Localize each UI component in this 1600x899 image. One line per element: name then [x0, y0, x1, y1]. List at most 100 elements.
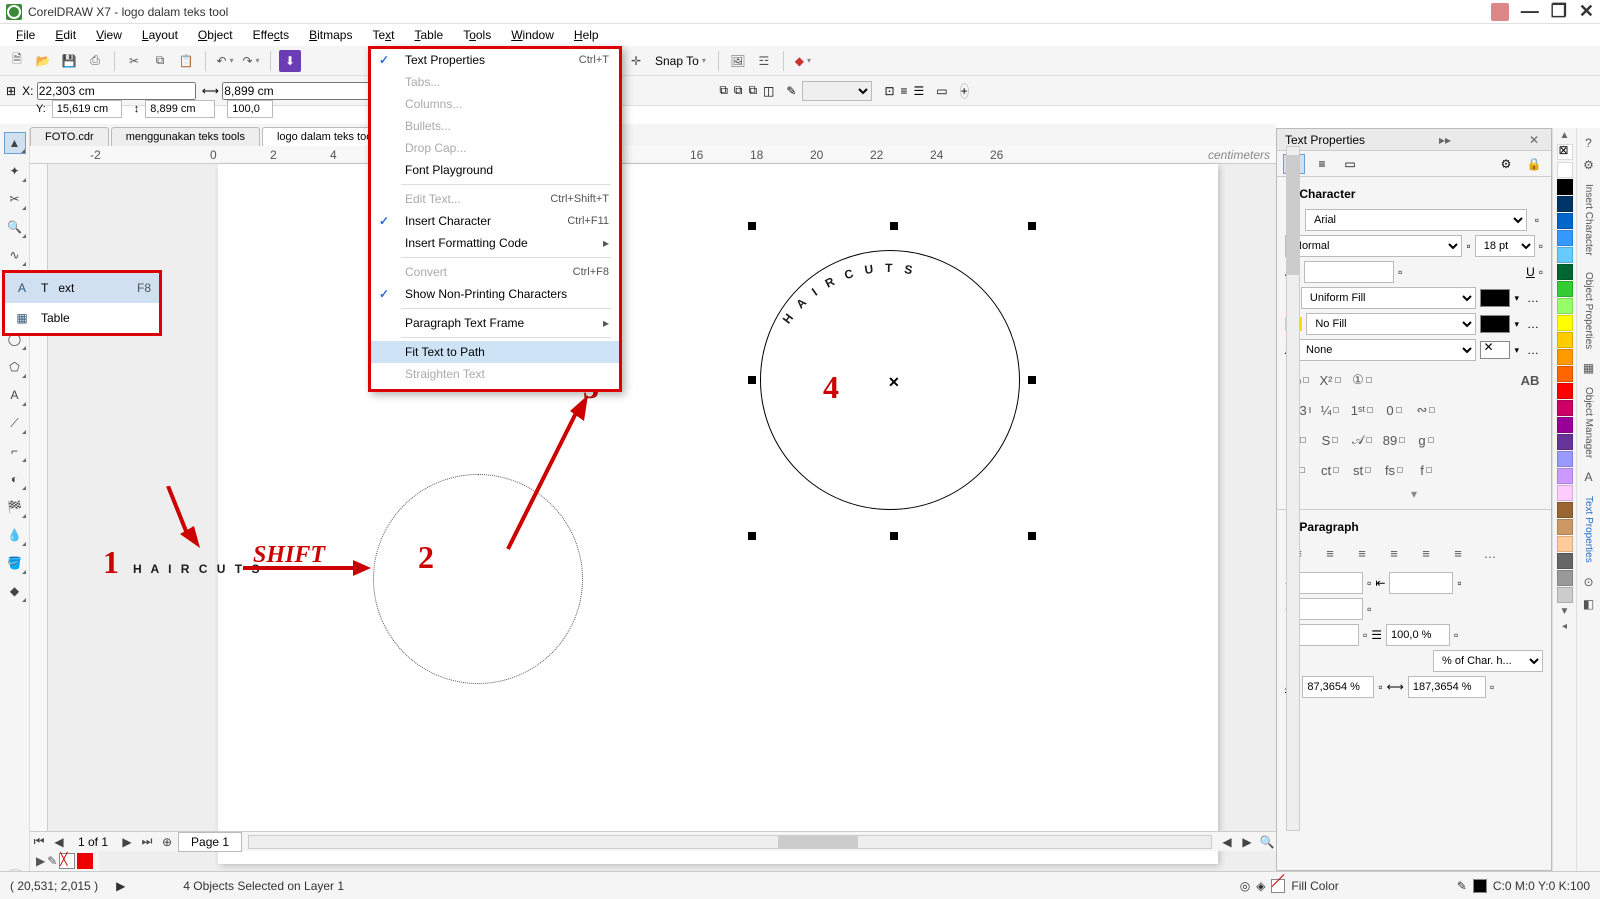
docker-tab-obj-props[interactable]: Object Properties	[1583, 272, 1594, 349]
docker-tab-obj-mgr[interactable]: Object Manager	[1583, 387, 1594, 458]
menu-bitmaps[interactable]: Bitmaps	[299, 26, 362, 44]
options-icon[interactable]: 🖼	[727, 50, 749, 72]
color-swatch[interactable]	[1557, 434, 1573, 450]
color-swatch[interactable]	[1557, 485, 1573, 501]
minimize-button[interactable]: —	[1521, 1, 1539, 22]
horizontal-scrollbar[interactable]	[248, 835, 1212, 849]
align-icon[interactable]: ≡	[901, 84, 908, 98]
menu-window[interactable]: Window	[501, 26, 564, 44]
width-input[interactable]	[222, 82, 381, 100]
align-full-icon[interactable]: ≡	[1445, 542, 1471, 564]
palette-play-icon[interactable]: ▶	[36, 854, 45, 868]
docker-icon[interactable]: ▦	[1580, 359, 1598, 377]
kern-sq-icon[interactable]: ▫	[1398, 265, 1402, 279]
st-lig-icon[interactable]: st	[1349, 459, 1375, 481]
size-select[interactable]: 18 pt	[1475, 235, 1535, 257]
color-swatch[interactable]	[1557, 298, 1573, 314]
color-swatch[interactable]	[1557, 468, 1573, 484]
scroll-thumb[interactable]	[778, 836, 858, 848]
outline-pen-status-icon[interactable]: ✎	[1457, 879, 1467, 893]
page-tab-1[interactable]: Page 1	[178, 832, 242, 852]
menu-text[interactable]: Text	[362, 26, 404, 44]
alt-g-icon[interactable]: g	[1413, 429, 1439, 451]
first-indent-input[interactable]	[1299, 598, 1363, 620]
font-sq-icon[interactable]: ▫	[1531, 213, 1543, 227]
weight-select[interactable]: Normal	[1285, 235, 1462, 257]
color-swatch[interactable]	[1557, 451, 1573, 467]
stylistic-s-icon[interactable]: S	[1317, 429, 1343, 451]
mi-insert-char[interactable]: ✓Insert CharacterCtrl+F11	[371, 210, 619, 232]
docker-tab-insert-char[interactable]: Insert Character	[1583, 184, 1594, 256]
sq-icon[interactable]: ▫	[1378, 680, 1382, 694]
flyout-text-tool[interactable]: A Text F8	[5, 273, 159, 303]
first-page-icon[interactable]: ⏮	[30, 834, 48, 850]
docker-opt-icon[interactable]: ⚙	[1580, 156, 1598, 174]
frame-tab-icon[interactable]: ▭	[1339, 154, 1361, 174]
outline-select[interactable]: None	[1297, 339, 1476, 361]
zoom-icon[interactable]: 🔍	[1258, 834, 1276, 850]
lock-icon[interactable]: 🔒	[1523, 154, 1545, 174]
outline-pen-icon[interactable]: ✎	[786, 84, 796, 98]
weight-sq-icon[interactable]: ▫	[1466, 239, 1470, 253]
color-swatch[interactable]	[1557, 264, 1573, 280]
outline-swatch-icon[interactable]	[1473, 879, 1487, 893]
transparency-icon[interactable]: 🏁	[4, 496, 26, 518]
color-swatch[interactable]	[1557, 332, 1573, 348]
word-space-input[interactable]	[1408, 676, 1486, 698]
menu-tools[interactable]: Tools	[453, 26, 501, 44]
color-swatch[interactable]	[1557, 247, 1573, 263]
drop-shadow-icon[interactable]: ◐	[4, 468, 26, 490]
color-swatch[interactable]	[1557, 315, 1573, 331]
no-color-swatch[interactable]: ⊠	[1557, 144, 1573, 160]
color-swatch[interactable]	[1557, 383, 1573, 399]
outline-width-select[interactable]	[802, 81, 872, 101]
height-input[interactable]	[145, 100, 215, 118]
smart-fill-icon[interactable]: ◆	[4, 580, 26, 602]
grid-origin-icon[interactable]: ⊞	[6, 84, 16, 98]
zoom-tool-icon[interactable]: 🔍	[4, 216, 26, 238]
ungroup-all-icon[interactable]: ⧉	[748, 83, 757, 98]
expand-toggle-icon[interactable]: ▾	[1285, 485, 1543, 503]
order-icon[interactable]: ☰	[914, 84, 925, 98]
docker-tab-text-props[interactable]: Text Properties	[1583, 496, 1594, 563]
maximize-button[interactable]: ❐	[1551, 1, 1567, 22]
line-space-input[interactable]	[1386, 624, 1450, 646]
snap-guide-icon[interactable]: ✛	[625, 50, 647, 72]
sel-handle[interactable]	[1028, 532, 1036, 540]
swash-icon[interactable]: 𝒜	[1349, 429, 1375, 451]
menu-edit[interactable]: Edit	[45, 26, 86, 44]
close-button[interactable]: ✕	[1579, 1, 1594, 22]
outline-more-icon[interactable]: …	[1523, 343, 1543, 357]
copy-icon[interactable]: ⧉	[149, 50, 171, 72]
doc-tab-2[interactable]: menggunakan teks tools	[111, 127, 260, 146]
group-icon[interactable]: ⧉	[719, 83, 728, 98]
chevron-down-icon[interactable]: ▾	[1514, 293, 1519, 304]
sel-handle[interactable]	[890, 222, 898, 230]
align-left-icon[interactable]: ≡	[1317, 542, 1343, 564]
fill-swatch-icon[interactable]	[1271, 879, 1285, 893]
align-right-icon[interactable]: ≡	[1381, 542, 1407, 564]
sq-icon[interactable]: ▫	[1490, 680, 1494, 694]
app-launcher-icon[interactable]: ◆	[792, 50, 814, 72]
fraction-icon[interactable]: ¼	[1317, 399, 1343, 421]
size-sq-icon[interactable]: ▫	[1539, 239, 1543, 253]
menu-view[interactable]: View	[86, 26, 132, 44]
caps-icon[interactable]: ①	[1349, 369, 1375, 391]
align-more-icon[interactable]: …	[1477, 542, 1503, 564]
scroll-right-icon[interactable]: ▶	[1238, 834, 1256, 850]
undo-icon[interactable]: ↶	[214, 50, 236, 72]
scroll-thumb[interactable]	[1287, 155, 1299, 275]
combine-icon[interactable]: ◫	[763, 84, 774, 98]
sq-icon[interactable]: ▫	[1363, 628, 1367, 642]
mi-show-nonprinting[interactable]: ✓Show Non-Printing Characters	[371, 283, 619, 305]
menu-table[interactable]: Table	[405, 26, 454, 44]
ligature-icon[interactable]: ∾	[1413, 399, 1439, 421]
para-tab-icon[interactable]: ≡	[1311, 154, 1333, 174]
sel-handle[interactable]	[890, 532, 898, 540]
last-page-icon[interactable]: ⏭	[138, 834, 156, 850]
mi-font-playground[interactable]: Font Playground	[371, 159, 619, 181]
chevron-down-icon[interactable]: ▾	[1514, 345, 1519, 356]
fs-lig-icon[interactable]: fs	[1381, 459, 1407, 481]
doc-swatch-red[interactable]	[77, 853, 93, 869]
align-center-icon[interactable]: ≡	[1349, 542, 1375, 564]
